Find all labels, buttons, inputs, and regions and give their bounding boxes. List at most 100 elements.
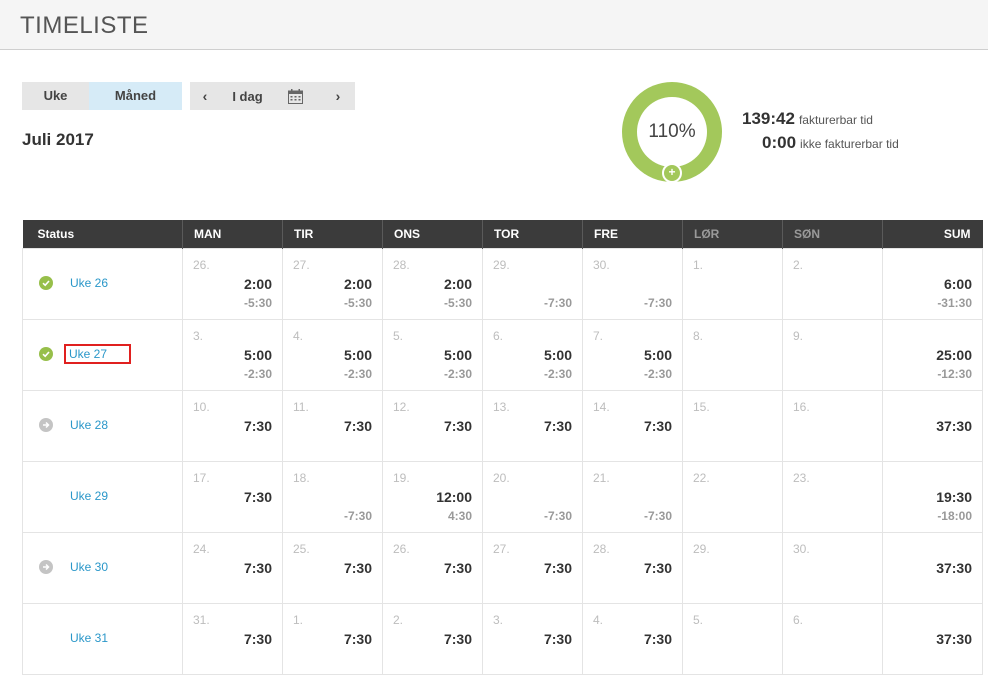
day-number: 30. xyxy=(793,541,810,556)
week-view-button[interactable]: Uke xyxy=(22,82,89,110)
approved-check-icon xyxy=(39,347,53,361)
day-cell[interactable]: 24. 7:30 xyxy=(182,531,283,604)
day-cell[interactable]: 27. 7:30 xyxy=(482,531,583,604)
sum-cell: 37:30 xyxy=(882,531,983,604)
next-button[interactable]: › xyxy=(323,88,353,104)
day-cell[interactable]: 10. 7:30 xyxy=(182,389,283,462)
day-cell[interactable]: 6. xyxy=(782,602,883,675)
sum-hours: 25:00 xyxy=(936,346,972,363)
billable-time: 139:42 xyxy=(742,109,795,128)
week-link[interactable]: Uke 30 xyxy=(70,560,108,574)
sum-hours: 37:30 xyxy=(936,417,972,434)
day-cell[interactable]: 30. xyxy=(782,531,883,604)
day-hours: 7:30 xyxy=(443,630,472,647)
week-link[interactable]: Uke 29 xyxy=(70,489,108,503)
week-link[interactable]: Uke 27 xyxy=(63,344,132,364)
day-difference: -7:30 xyxy=(643,295,672,310)
day-cell[interactable]: 19. 12:00 4:30 xyxy=(382,460,483,533)
day-cell[interactable]: 7. 5:00 -2:30 xyxy=(582,318,683,391)
day-cell[interactable]: 26. 2:00 -5:30 xyxy=(182,247,283,320)
day-cell[interactable]: 28. 7:30 xyxy=(582,531,683,604)
day-cell[interactable]: 29. xyxy=(682,531,783,604)
day-hours: 5:00 xyxy=(443,346,472,363)
day-cell[interactable]: 13. 7:30 xyxy=(482,389,583,462)
status-cell: Uke 28 xyxy=(22,389,183,462)
day-cell[interactable]: 11. 7:30 xyxy=(282,389,383,462)
day-cell[interactable]: 8. xyxy=(682,318,783,391)
day-cell[interactable]: 6. 5:00 -2:30 xyxy=(482,318,583,391)
day-cell[interactable]: 14. 7:30 xyxy=(582,389,683,462)
day-difference: -5:30 xyxy=(343,295,372,310)
month-title: Juli 2017 xyxy=(22,130,94,149)
day-cell[interactable]: 21. -7:30 xyxy=(582,460,683,533)
day-cell[interactable]: 31. 7:30 xyxy=(182,602,283,675)
day-cell[interactable]: 16. xyxy=(782,389,883,462)
day-difference: -2:30 xyxy=(643,366,672,381)
day-cell[interactable]: 12. 7:30 xyxy=(382,389,483,462)
day-cell[interactable]: 2. xyxy=(782,247,883,320)
day-cell[interactable]: 3. 5:00 -2:30 xyxy=(182,318,283,391)
day-cell[interactable]: 15. xyxy=(682,389,783,462)
day-hours: 7:30 xyxy=(643,559,672,576)
day-cell[interactable]: 4. 5:00 -2:30 xyxy=(282,318,383,391)
day-number: 10. xyxy=(193,399,210,414)
week-link[interactable]: Uke 28 xyxy=(70,418,108,432)
plus-icon[interactable]: + xyxy=(662,163,682,183)
day-hours: 7:30 xyxy=(643,417,672,434)
page-title: TIMELISTE xyxy=(20,12,149,39)
week-link[interactable]: Uke 26 xyxy=(70,276,108,290)
column-header-mon: MAN xyxy=(182,220,283,248)
day-cell[interactable]: 4. 7:30 xyxy=(582,602,683,675)
day-cell[interactable]: 23. xyxy=(782,460,883,533)
day-number: 26. xyxy=(393,541,410,556)
day-number: 22. xyxy=(693,470,710,485)
billable-label: fakturerbar tid xyxy=(798,113,873,127)
day-difference: -5:30 xyxy=(243,295,272,310)
billable-percent: 110% xyxy=(637,97,707,167)
day-cell[interactable]: 17. 7:30 xyxy=(182,460,283,533)
day-cell[interactable]: 26. 7:30 xyxy=(382,531,483,604)
day-number: 2. xyxy=(393,612,404,627)
day-hours: 7:30 xyxy=(343,417,372,434)
day-cell[interactable]: 1. 7:30 xyxy=(282,602,383,675)
day-cell[interactable]: 5. 5:00 -2:30 xyxy=(382,318,483,391)
day-number: 28. xyxy=(393,257,410,272)
day-cell[interactable]: 27. 2:00 -5:30 xyxy=(282,247,383,320)
submit-arrow-icon[interactable] xyxy=(39,560,53,574)
day-number: 8. xyxy=(693,328,704,343)
day-cell[interactable]: 9. xyxy=(782,318,883,391)
today-button[interactable]: I dag xyxy=(220,89,275,104)
day-cell[interactable]: 18. -7:30 xyxy=(282,460,383,533)
day-cell[interactable]: 28. 2:00 -5:30 xyxy=(382,247,483,320)
previous-button[interactable]: ‹ xyxy=(190,88,220,104)
day-cell[interactable]: 3. 7:30 xyxy=(482,602,583,675)
sum-hours: 6:00 xyxy=(943,275,972,292)
day-number: 11. xyxy=(293,399,309,414)
month-view-button[interactable]: Måned xyxy=(89,82,182,110)
day-cell[interactable]: 20. -7:30 xyxy=(482,460,583,533)
day-cell[interactable]: 25. 7:30 xyxy=(282,531,383,604)
day-number: 17. xyxy=(193,470,210,485)
day-number: 21. xyxy=(593,470,610,485)
day-hours: 2:00 xyxy=(343,275,372,292)
week-link[interactable]: Uke 31 xyxy=(70,631,108,645)
day-cell[interactable]: 30. -7:30 xyxy=(582,247,683,320)
day-cell[interactable]: 22. xyxy=(682,460,783,533)
day-cell[interactable]: 5. xyxy=(682,602,783,675)
day-difference: -2:30 xyxy=(443,366,472,381)
nonbillable-stat: 0:00 ikke fakturerbar tid xyxy=(762,133,899,153)
day-cell[interactable]: 1. xyxy=(682,247,783,320)
day-hours: 7:30 xyxy=(243,488,272,505)
calendar-icon[interactable] xyxy=(275,88,315,104)
day-cell[interactable]: 2. 7:30 xyxy=(382,602,483,675)
day-number: 6. xyxy=(793,612,804,627)
day-cell[interactable]: 29. -7:30 xyxy=(482,247,583,320)
table-row: Uke 30 24. 7:30 25. 7:30 26. 7:30 27. 7:30 28. 7:3… xyxy=(22,531,983,604)
column-header-fri: FRE xyxy=(582,220,683,248)
day-difference: -5:30 xyxy=(443,295,472,310)
submit-arrow-icon[interactable] xyxy=(39,418,53,432)
table-row: Uke 26 26. 2:00 -5:30 27. 2:00 -5:30 28. 2:00 -5:… xyxy=(22,247,983,320)
day-number: 25. xyxy=(293,541,310,556)
sum-hours: 37:30 xyxy=(936,630,972,647)
day-number: 12. xyxy=(393,399,410,414)
